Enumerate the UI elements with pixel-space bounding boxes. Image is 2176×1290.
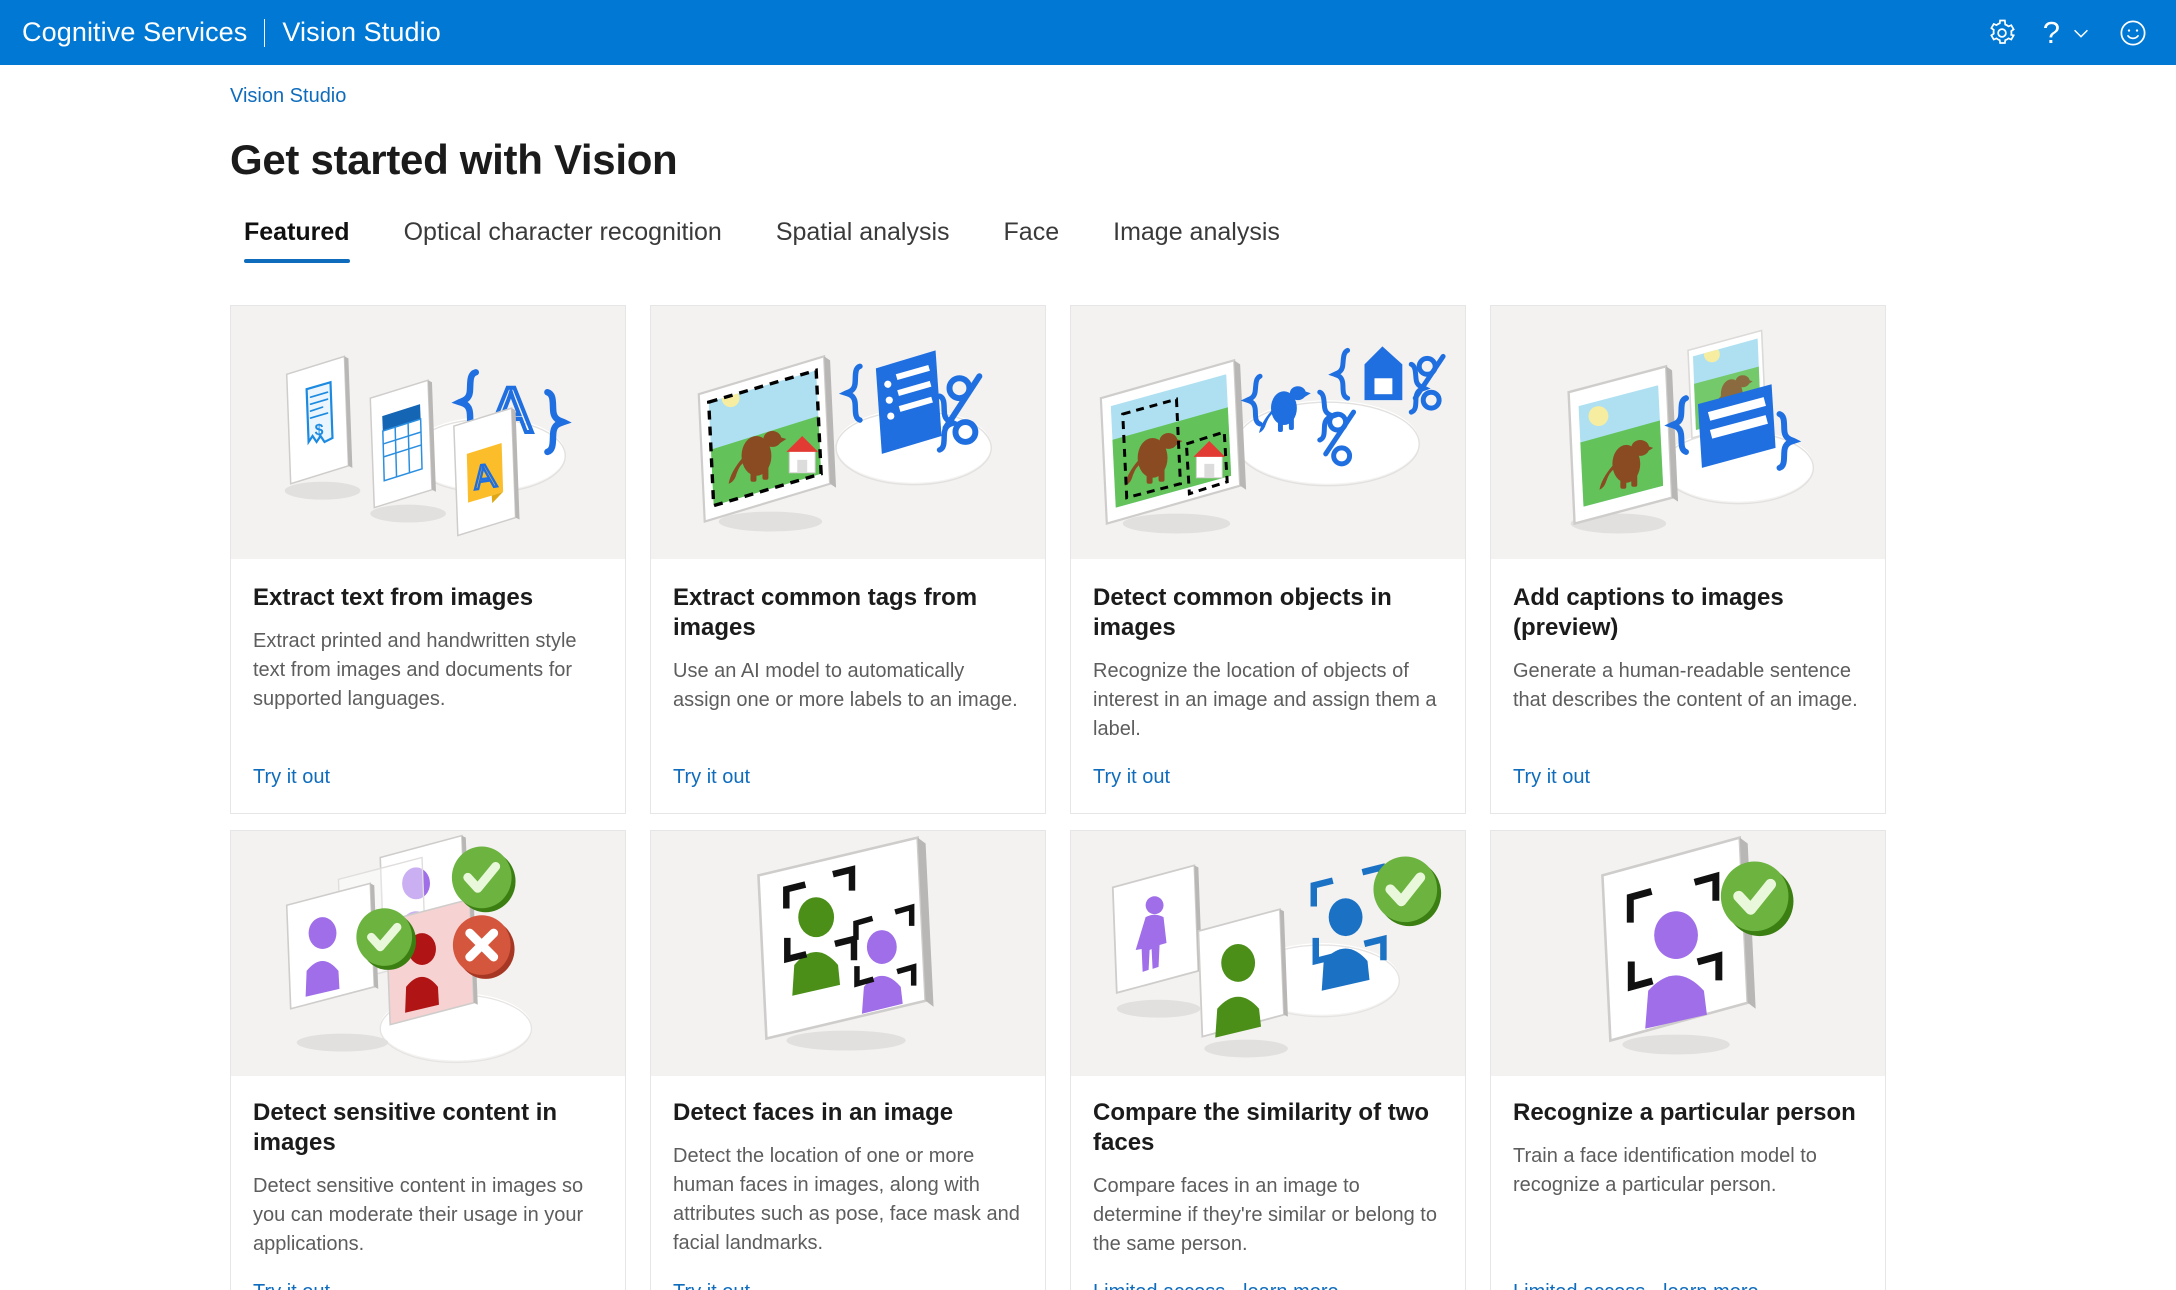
smiley-face-icon[interactable] (2118, 18, 2148, 48)
app-header: Cognitive Services Vision Studio ? (0, 0, 2176, 65)
tab-spatial-analysis[interactable]: Spatial analysis (749, 218, 977, 263)
tab-face[interactable]: Face (977, 218, 1087, 263)
feature-card[interactable]: Detect faces in an image Detect the loca… (650, 830, 1046, 1290)
card-illustration: $ A (231, 306, 625, 559)
header-actions: ? (1987, 17, 2154, 48)
card-description: Extract printed and handwritten style te… (253, 630, 577, 710)
card-title: Detect sensitive content in images (253, 1099, 558, 1156)
card-action-link[interactable]: Try it out (1513, 744, 1590, 813)
card-illustration (651, 306, 1045, 559)
feature-card[interactable]: Detect common objects in images Recogniz… (1070, 305, 1466, 814)
card-title: Extract text from images (253, 584, 534, 611)
card-description: Use an AI model to automatically assign … (673, 660, 1018, 711)
card-action-link[interactable]: Try it out (253, 1259, 330, 1290)
card-action-link[interactable]: Try it out (1093, 744, 1170, 813)
svg-text:$: $ (315, 422, 324, 439)
card-action-link[interactable]: Try it out (253, 744, 330, 813)
card-action-link[interactable]: Try it out (673, 1259, 750, 1290)
brand: Cognitive Services Vision Studio (22, 17, 441, 48)
documents-table-ocr-illustration: $ A (284, 355, 572, 537)
face-verification-illustration (1111, 856, 1442, 1058)
card-description: Detect the location of one or more human… (673, 1145, 1020, 1254)
card-action-link[interactable]: Try it out (673, 744, 750, 813)
brand-primary-label: Cognitive Services (22, 17, 248, 47)
card-body: Detect common objects in images Recogniz… (1071, 559, 1465, 813)
tab-image-analysis[interactable]: Image analysis (1086, 218, 1307, 263)
object-detection-illustration (1099, 346, 1446, 534)
image-caption-illustration (1567, 329, 1815, 534)
card-description: Generate a human-readable sentence that … (1513, 660, 1858, 711)
card-body: Compare the similarity of two faces Comp… (1071, 1076, 1465, 1290)
card-title: Compare the similarity of two faces (1093, 1099, 1430, 1156)
card-title: Add captions to images (preview) (1513, 584, 1784, 641)
feature-card[interactable]: Recognize a particular person Train a fa… (1490, 830, 1886, 1290)
help-menu[interactable]: ? (2043, 17, 2092, 48)
card-illustration (1071, 306, 1465, 559)
feature-card[interactable]: Extract common tags from images Use an A… (650, 305, 1046, 814)
card-description: Compare faces in an image to determine i… (1093, 1175, 1437, 1255)
page-content: Vision Studio Get started with Vision Fe… (0, 65, 2176, 1290)
card-title: Recognize a particular person (1513, 1099, 1856, 1126)
question-mark-icon[interactable]: ? (2043, 17, 2060, 48)
card-illustration (1071, 831, 1465, 1076)
feature-card[interactable]: Compare the similarity of two faces Comp… (1070, 830, 1466, 1290)
card-description: Detect sensitive content in images so yo… (253, 1175, 584, 1255)
page-title: Get started with Vision (230, 136, 678, 183)
card-title: Detect common objects in images (1093, 584, 1392, 641)
card-illustration (651, 831, 1045, 1076)
card-body: Add captions to images (preview) Generat… (1491, 559, 1885, 813)
image-tags-percent-illustration (697, 350, 992, 532)
feature-card[interactable]: Detect sensitive content in images Detec… (230, 830, 626, 1290)
sensitive-content-illustration (285, 834, 533, 1064)
card-description: Train a face identification model to rec… (1513, 1145, 1817, 1196)
card-illustration (1491, 306, 1885, 559)
brand-separator (264, 18, 266, 47)
face-detection-illustration (757, 835, 934, 1051)
card-action-link[interactable]: Limited access - learn more (1513, 1259, 1759, 1290)
card-body: Detect sensitive content in images Detec… (231, 1076, 625, 1290)
card-illustration (231, 831, 625, 1076)
brand-secondary-label: Vision Studio (282, 17, 441, 47)
feature-card[interactable]: Add captions to images (preview) Generat… (1490, 305, 1886, 814)
card-body: Extract text from images Extract printed… (231, 559, 625, 813)
card-description: Recognize the location of objects of int… (1093, 660, 1437, 740)
breadcrumb[interactable]: Vision Studio (230, 85, 346, 108)
card-body: Extract common tags from images Use an A… (651, 559, 1045, 813)
feature-card-grid: $ A Extract text from images Extract pri… (230, 305, 1934, 1290)
tab-optical-character-recognition[interactable]: Optical character recognition (377, 218, 749, 263)
card-title: Detect faces in an image (673, 1099, 954, 1126)
tab-featured[interactable]: Featured (236, 218, 377, 263)
person-identification-illustration (1601, 835, 1794, 1055)
tab-bar: Featured Optical character recognition S… (236, 218, 2176, 263)
gear-icon[interactable] (1987, 18, 2017, 48)
card-body: Detect faces in an image Detect the loca… (651, 1076, 1045, 1290)
card-illustration (1491, 831, 1885, 1076)
chevron-down-icon[interactable] (2070, 22, 2092, 44)
feature-card[interactable]: $ A Extract text from images Extract pri… (230, 305, 626, 814)
card-action-link[interactable]: Limited access - learn more (1093, 1259, 1339, 1290)
card-body: Recognize a particular person Train a fa… (1491, 1076, 1885, 1290)
card-title: Extract common tags from images (673, 584, 978, 641)
